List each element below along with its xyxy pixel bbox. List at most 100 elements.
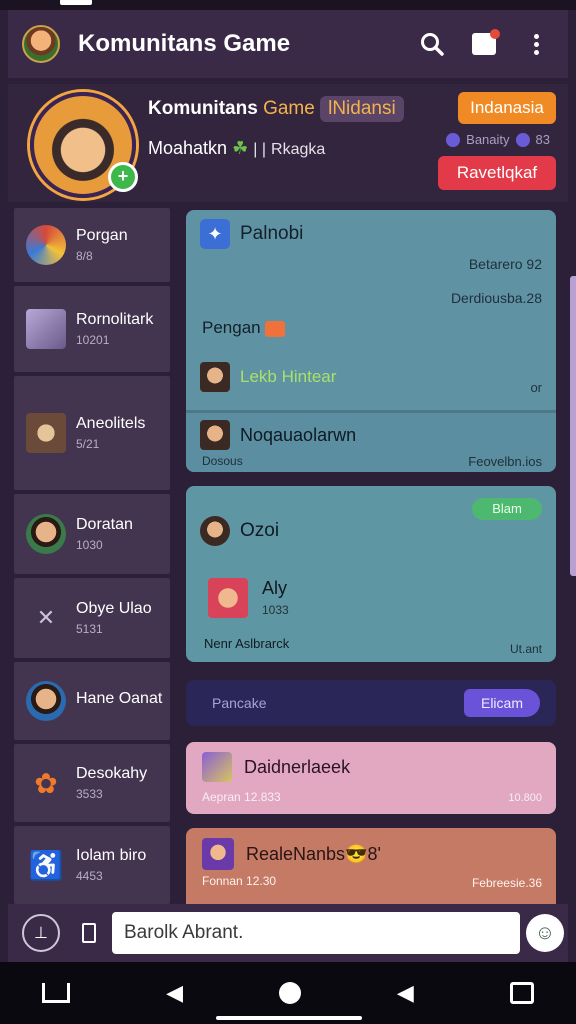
card-sub-row: Aly 1033: [208, 578, 289, 618]
sidebar-item[interactable]: Aneolitels 5/21: [14, 376, 170, 490]
card-author: Ozoi: [240, 520, 280, 541]
character-icon: [202, 838, 234, 870]
profile-title-gold: Game: [263, 98, 315, 119]
more-icon[interactable]: [516, 24, 556, 64]
avatar-icon: [26, 514, 66, 554]
add-attachment-icon[interactable]: ⊥: [22, 914, 60, 952]
card-foot-right: Ut.ant: [509, 642, 542, 656]
card-foot-left: Aepran 12.833: [202, 790, 281, 804]
profile-tag: Rkagka: [271, 141, 326, 158]
system-nav-bar: ◀ ◀: [0, 962, 576, 1024]
sidebar-item-num: 1030: [76, 538, 103, 552]
flower-icon: ✿: [34, 767, 58, 799]
card-foot-right: 10.800: [508, 792, 542, 804]
stat-num: 83: [535, 132, 550, 147]
sidebar-item[interactable]: Doratan 1030: [14, 494, 170, 574]
compose-placeholder[interactable]: Pancake: [212, 695, 464, 711]
sidebar-item-label: Doratan: [76, 516, 133, 533]
sidebar-item-num: 4453: [76, 869, 103, 883]
sidebar-item[interactable]: ♿ Iolam biro 4453: [14, 826, 170, 904]
message-input[interactable]: [112, 912, 520, 954]
add-icon[interactable]: +: [108, 162, 138, 192]
sidebar-item[interactable]: Porgan 8/8: [14, 208, 170, 282]
profile-chip: lNidansi: [320, 96, 404, 122]
home-icon[interactable]: [42, 983, 71, 1003]
post-meta-2: Derdiousba.28: [450, 290, 542, 306]
stat-dot-icon: [446, 132, 461, 147]
character-icon: [26, 413, 66, 453]
post-title-text: RealeNanbs: [246, 843, 346, 864]
scroll-indicator[interactable]: [570, 276, 576, 576]
sidebar-item[interactable]: Rornolitark 10201: [14, 286, 170, 372]
sidebar-item-num: 5131: [76, 622, 103, 636]
post-meta-3: or: [530, 380, 542, 395]
sidebar-item-label: Obye Ulao: [76, 600, 152, 617]
emoji-icon: [264, 320, 285, 337]
profile-subtitle-text: Moahatkn: [148, 138, 228, 158]
card-foot-left: Fonnan 12.30: [202, 874, 277, 888]
accessibility-icon: ♿: [28, 849, 64, 881]
compose-bar: Pancake Elicam: [186, 680, 556, 726]
user-avatar-mini: [200, 362, 230, 392]
status-left-icon: [60, 0, 92, 5]
stat-line: Banaity 83: [446, 132, 550, 147]
trash-icon[interactable]: [82, 923, 96, 943]
leaf-icon: ☘: [232, 138, 249, 158]
stat-dot-icon-2: [515, 132, 530, 147]
search-icon[interactable]: [412, 24, 452, 64]
post-meta-1: Betarero 92: [468, 256, 542, 272]
back-icon[interactable]: ◀: [155, 980, 195, 1006]
reply-avatar: [200, 420, 230, 450]
post-body-text: Pengan: [202, 318, 261, 337]
avatar-icon: [26, 681, 66, 721]
emoji-button-icon[interactable]: ☺: [526, 914, 564, 952]
card-foot-right: Febreesie.36: [471, 876, 542, 890]
app-header: Komunitans Game: [8, 10, 568, 78]
sidebar-item[interactable]: ✕ Obye Ulao 5131: [14, 578, 170, 658]
sidebar-item-label: Desokahy: [76, 765, 148, 782]
sidebar-item[interactable]: Hane Oanat: [14, 662, 170, 740]
post-title: Palnobi: [240, 223, 304, 244]
sidebar-item-label: Rornolitark: [76, 311, 154, 328]
user-avatar[interactable]: [22, 25, 60, 63]
status-badge: Blam: [472, 498, 542, 520]
sidebar: Porgan 8/8 Rornolitark 10201 Aneolitels 5/2…: [14, 208, 170, 904]
sidebar-item-num: 8/8: [76, 249, 93, 263]
send-button[interactable]: Elicam: [464, 689, 540, 717]
post-body: Pengan: [202, 318, 285, 338]
bag-icon[interactable]: [464, 24, 504, 64]
reply-row[interactable]: Noqauaolarwn: [200, 420, 356, 450]
post-card[interactable]: Daidnerlaeek Aepran 12.833 10.800: [186, 742, 556, 814]
app-title: Komunitans Game: [78, 30, 291, 57]
emoji-icon: 😎: [345, 843, 368, 864]
home-circle-icon[interactable]: [278, 982, 301, 1004]
post-card[interactable]: RealeNanbs😎8' Fonnan 12.30 Febreesie.36: [186, 828, 556, 904]
profile-avatar[interactable]: +: [30, 92, 138, 198]
post-title-extra: 8': [367, 843, 381, 864]
reply-foot-right: Feovelbn.ios: [468, 454, 542, 469]
sidebar-item[interactable]: ✿ Desokahy 3533: [14, 744, 170, 822]
back-icon-2[interactable]: ◀: [385, 980, 425, 1006]
status-bar: [0, 0, 576, 10]
reply-foot-left: Dosous: [202, 454, 243, 468]
home-indicator[interactable]: [216, 1016, 362, 1020]
sidebar-item-num: 5/21: [76, 437, 100, 451]
post-title: Daidnerlaeek: [244, 756, 351, 777]
sub-num: 1033: [262, 603, 289, 617]
sidebar-item-label: Hane Oanat: [76, 690, 163, 707]
language-button[interactable]: Indanasia: [458, 92, 556, 124]
reply-title: Noqauaolarwn: [240, 424, 357, 445]
post-card[interactable]: ✦ Palnobi Betarero 92 Derdiousba.28 Peng…: [186, 210, 556, 472]
recents-icon[interactable]: [509, 982, 534, 1004]
sub-name: Aly: [262, 578, 288, 598]
action-button-red[interactable]: Ravetlqkaf: [438, 156, 556, 190]
cube-icon: [26, 309, 66, 349]
sidebar-item-label: Aneolitels: [76, 415, 146, 432]
profile-title: Komunitans Game lNidansi: [148, 96, 404, 122]
post-title: RealeNanbs😎8': [246, 844, 381, 865]
post-card[interactable]: Blam Ozoi Aly 1033 Nenr Aslbrarck Ut.ant: [186, 486, 556, 662]
post-icon: ✦: [200, 219, 230, 249]
sidebar-item-num: 10201: [76, 333, 110, 347]
post-user-row: Lekb Hintear: [200, 362, 336, 392]
highlight-text: Lekb Hintear: [240, 367, 337, 386]
